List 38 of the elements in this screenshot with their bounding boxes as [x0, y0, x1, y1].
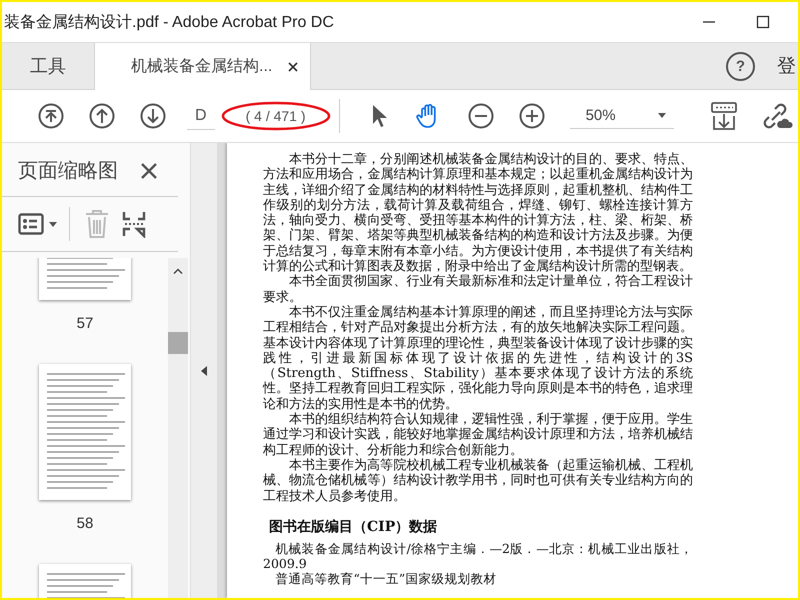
tab[interactable]: 机械装备金属结构... [95, 43, 312, 90]
page-count: ( 4 / 471 ) [246, 108, 306, 124]
paragraph: 本书不仅注重金属结构基本计算原理的阐述，而且坚持理论方法与实际工程相结合，针对产品对象提出分析方法，有的放矢地解决实际工程问题。基本设计内容体现了计算原理的理论性，典型装备设计体现了设计步骤的实践性，引进最新国标体现了设计依据的先进性，结构设计的3S（Strength、Stiffness、Stability）基本要求体现了设计方法的系统性。坚持工程教育回归工程实际，强化能力导向原则是本书的特色，追求理论和方法的实用性是本书的优势。 [263, 304, 693, 412]
paragraph: 本书分十二章，分别阐述机械装备金属结构设计的目的、要求、特点、方法和应用场合，金属结构计算原理和基本规定；以起重机金属结构设计为主线，详细介绍了金属结构的材料特性与选择原则，起重机整机、结构件工作级别的划分方法，载荷计算及载荷组合，焊缝、铆钉、螺栓连接计算方法，轴向受力、横向受弯、受扭等基本构件的计算方法，柱、梁、桁架、桥架、门架、臂架、塔架等典型机械装备结构的构造和设计方法及步骤。为便于总结复习，每章末附有本章小结。为方便设计使用，本书提供了有关结构计算的公式和计算图表及数据，附录中给出了金属结构设计所需的型钢表。 [263, 152, 693, 274]
catalog-entry: 普通高等教育“十一五”国家级规划教材 [274, 571, 498, 586]
panel-title: 页面缩略图 [18, 159, 118, 184]
caret-icon [658, 113, 666, 118]
page-number: 58 [76, 515, 94, 532]
first-page-icon[interactable] [38, 103, 64, 129]
catalog-entry: 机械装备金属结构设计/徐格宁主编．—2版．—北京：机械工业出版社，2009.9 [263, 541, 693, 572]
maximize-icon[interactable] [756, 15, 770, 29]
extract-pages-icon[interactable] [122, 210, 146, 238]
scrollbar[interactable] [168, 258, 188, 598]
options-button[interactable] [18, 213, 57, 235]
previous-page-icon[interactable] [89, 103, 115, 129]
help-button[interactable]: ? [726, 52, 755, 80]
caret-icon [49, 222, 57, 226]
paragraph: 本书全面贯彻国家、行业有关最新标准和法定计量单位，符合工程设计要求。 [263, 274, 693, 305]
collapse-icon[interactable] [201, 366, 207, 376]
page-thumbnail[interactable] [39, 364, 131, 500]
close-icon[interactable] [140, 162, 158, 180]
window-title: 装备金属结构设计.pdf - Adobe Acrobat Pro DC [3, 12, 334, 32]
page-number-field[interactable]: D [187, 102, 215, 130]
paragraph: 本书主要作为高等院校机械工程专业机械装备（起重运输机械、工程机械、物流仓储机械等）结构设计教学用书，同时也可供有关专业结构方向的工程技术人员参考使用。 [263, 458, 693, 504]
scroll-thumb[interactable] [168, 332, 188, 354]
close-icon[interactable] [288, 62, 298, 72]
keyboard-download-icon[interactable] [710, 101, 738, 131]
sign-in-link[interactable]: 登 [777, 53, 796, 79]
zoom-out-icon[interactable] [468, 103, 494, 129]
list-icon [18, 213, 44, 235]
zoom-in-icon[interactable] [518, 103, 545, 129]
next-page-icon[interactable] [140, 103, 166, 129]
section-heading: 图书在版编目（CIP）数据 [269, 520, 438, 536]
zoom-dropdown[interactable]: 50% [570, 103, 674, 129]
link-cloud-icon[interactable] [762, 102, 793, 130]
paragraph: 本书的组织结构符合认知规律，逻辑性强，利于掌握，便于应用。学生通过学习和设计实践，能较好地掌握金属结构设计原理和方法，培养机械结构工程师的设计、分析能力和综合创新能力。 [263, 412, 693, 458]
page-number: 57 [76, 315, 94, 332]
scroll-up-icon[interactable] [173, 268, 183, 274]
